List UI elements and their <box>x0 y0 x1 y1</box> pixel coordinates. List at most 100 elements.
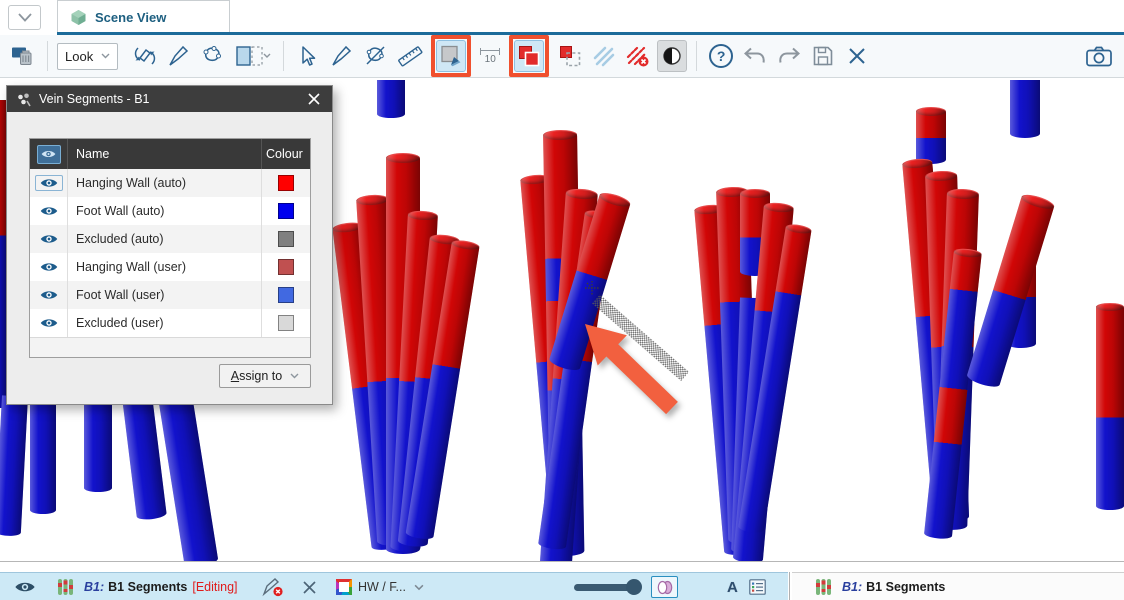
colour-cell <box>262 309 310 337</box>
table-header: Name Colour <box>30 139 310 169</box>
draw-line-select-tool[interactable] <box>327 40 357 72</box>
table-row[interactable]: Foot Wall (user) <box>30 281 310 309</box>
object-prefix: B1: <box>84 580 104 594</box>
drillhole-segment-cylinder[interactable] <box>1096 304 1124 510</box>
colour-swatch[interactable] <box>278 203 294 219</box>
table-row[interactable]: Hanging Wall (auto) <box>30 169 310 197</box>
polygon-select-tool[interactable] <box>361 40 391 72</box>
table-row[interactable]: Hanging Wall (user) <box>30 253 310 281</box>
draw-slicer-polyline-tool[interactable] <box>198 40 228 72</box>
visibility-toggle[interactable] <box>30 197 68 225</box>
slider-handle[interactable] <box>626 579 642 595</box>
help-button[interactable]: ? <box>706 40 736 72</box>
highlight-box-paint-segments <box>509 35 549 77</box>
status-bar-right: B1: B1 Segments <box>792 572 1124 600</box>
scene-list-chevron-button[interactable] <box>8 5 41 30</box>
select-tool[interactable] <box>293 40 323 72</box>
visibility-toggle[interactable] <box>30 253 68 281</box>
drillhole-segment-cylinder[interactable] <box>1010 80 1040 138</box>
colour-swatch[interactable] <box>278 315 294 331</box>
paint-segments-tool[interactable] <box>514 40 544 72</box>
colour-column-value: HW / F... <box>358 580 406 594</box>
drillhole-segment-cylinder[interactable] <box>916 108 946 164</box>
size-slider[interactable] <box>574 573 642 600</box>
show-as-disks-toggle[interactable] <box>651 573 678 600</box>
colour-swatch[interactable] <box>278 231 294 247</box>
red-square-dashed-icon <box>558 44 582 68</box>
clear-scene-button[interactable] <box>8 40 38 72</box>
drillhole-segment-cylinder[interactable] <box>30 396 56 514</box>
ruler-icon <box>397 44 423 68</box>
colour-swatch[interactable] <box>278 259 294 275</box>
draw-interval-selection-tool[interactable] <box>436 40 466 72</box>
object-prefix: B1: <box>842 580 862 594</box>
panel-close-button[interactable] <box>305 90 323 108</box>
segment-name: Excluded (user) <box>68 309 262 337</box>
properties-list-button[interactable] <box>749 573 766 600</box>
show-unpainted-tool[interactable] <box>589 40 619 72</box>
colour-swatch[interactable] <box>278 175 294 191</box>
tab-scene-view[interactable]: Scene View <box>57 0 230 33</box>
colour-cell <box>262 253 310 281</box>
save-scene-button[interactable] <box>808 40 838 72</box>
visibility-toggle[interactable] <box>30 281 68 309</box>
rotate-slicer-tool[interactable] <box>130 40 160 72</box>
contrast-icon <box>661 45 683 67</box>
colour-column-chevron[interactable] <box>414 573 424 600</box>
redo-button[interactable] <box>774 40 804 72</box>
visibility-toggle-button[interactable] <box>14 573 36 600</box>
close-icon <box>302 580 317 595</box>
redo-icon <box>776 44 802 68</box>
stop-editing-button[interactable] <box>262 573 284 600</box>
table-row[interactable]: Foot Wall (auto) <box>30 197 310 225</box>
drillhole-segment-cylinder[interactable] <box>84 396 112 492</box>
pencil-cancel-icon <box>262 577 284 597</box>
application-window: Scene View Look <box>0 0 1124 600</box>
slicer-width-tool[interactable] <box>232 40 274 72</box>
assign-to-button[interactable]: Assign to <box>219 364 311 388</box>
visibility-toggle[interactable] <box>30 309 68 337</box>
draw-slicer-line-tool[interactable] <box>164 40 194 72</box>
contrast-mode-button[interactable] <box>657 40 687 72</box>
panel-title-bar[interactable]: Vein Segments - B1 <box>7 86 332 112</box>
selected-object-label[interactable]: B1: B1 Segments <box>842 573 945 600</box>
segment-name: Hanging Wall (user) <box>68 253 262 281</box>
vein-segments-icon <box>16 92 31 107</box>
close-icon <box>847 46 867 66</box>
panel-title: Vein Segments - B1 <box>39 92 297 106</box>
paint-rectangle-tool[interactable] <box>555 40 585 72</box>
look-dropdown[interactable]: Look <box>57 43 118 70</box>
cylinder-shading <box>1010 80 1040 138</box>
undo-button[interactable] <box>740 40 770 72</box>
vein-segments-panel: Vein Segments - B1 Name Colour Hanging W… <box>6 85 333 405</box>
drillhole-segment-cylinder[interactable] <box>966 193 1056 389</box>
rect-pencil-icon <box>439 44 463 68</box>
visibility-column-header[interactable] <box>30 139 68 169</box>
visibility-toggle[interactable] <box>30 169 68 197</box>
active-object-label[interactable]: B1: B1 Segments [Editing] <box>84 573 238 600</box>
interval-length-value: 10 <box>485 55 496 65</box>
slicer-width-icon <box>235 44 271 68</box>
colour-cell <box>262 225 310 253</box>
colour-swatch[interactable] <box>278 287 294 303</box>
polyline-icon <box>201 44 225 68</box>
close-editor-button[interactable] <box>842 40 872 72</box>
visibility-toggle[interactable] <box>30 225 68 253</box>
interval-length-tool[interactable]: 10 <box>477 48 503 65</box>
cylinder-shading <box>158 393 218 562</box>
eye-icon <box>40 233 58 245</box>
table-row[interactable]: Excluded (user) <box>30 309 310 337</box>
measure-tool[interactable] <box>395 40 425 72</box>
colour-column-selector[interactable]: HW / F... <box>358 573 406 600</box>
text-display-button[interactable]: A <box>727 573 738 600</box>
table-row[interactable]: Excluded (auto) <box>30 225 310 253</box>
drillhole-segment-cylinder[interactable] <box>377 80 405 118</box>
drillhole-segment-cylinder[interactable] <box>0 395 28 536</box>
drillhole-segment-cylinder[interactable] <box>158 393 218 562</box>
pen-icon <box>167 44 191 68</box>
remove-from-scene-button[interactable] <box>302 573 317 600</box>
clear-painting-tool[interactable] <box>623 40 653 72</box>
screenshot-button[interactable] <box>1082 41 1116 71</box>
eye-icon <box>40 261 58 273</box>
undo-icon <box>742 44 768 68</box>
